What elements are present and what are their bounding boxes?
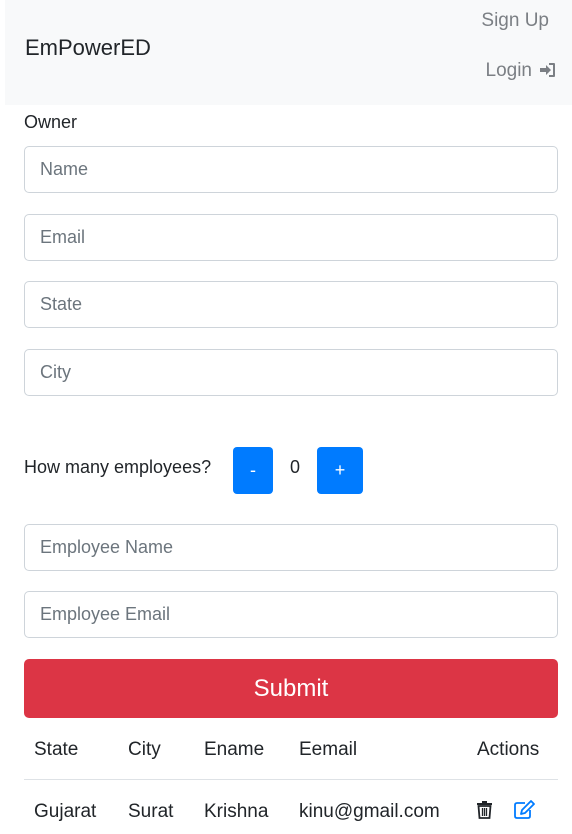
edit-icon[interactable]	[514, 800, 535, 824]
cell-ename: Krishna	[204, 801, 269, 822]
sign-in-icon	[539, 62, 556, 84]
login-link[interactable]: Login	[486, 60, 557, 84]
employee-count-value: 0	[289, 457, 300, 477]
header-actions: Actions	[477, 739, 540, 760]
table-row: Gujarat Surat Krishna kinu@gmail.com	[24, 780, 558, 834]
cell-city: Surat	[128, 801, 174, 822]
employee-email-input[interactable]	[24, 591, 558, 638]
table-header-row: State City Ename Eemail Actions	[24, 723, 558, 780]
navbar: EmPowerED Sign Up Login	[5, 0, 572, 105]
decrement-employees-button[interactable]: -	[233, 447, 273, 494]
city-input[interactable]	[24, 349, 558, 396]
header-state: State	[34, 739, 79, 760]
header-eemail: Eemail	[299, 739, 358, 760]
brand-logo[interactable]: EmPowerED	[25, 35, 151, 61]
increment-employees-button[interactable]: +	[317, 447, 363, 494]
submit-button[interactable]: Submit	[24, 659, 558, 718]
trash-icon[interactable]	[476, 800, 493, 824]
state-input[interactable]	[24, 281, 558, 328]
email-input[interactable]	[24, 214, 558, 261]
header-city: City	[128, 739, 161, 760]
login-label: Login	[485, 60, 533, 81]
owner-section-label: Owner	[24, 112, 78, 132]
name-input[interactable]	[24, 146, 558, 193]
signup-link[interactable]: Sign Up	[481, 10, 549, 32]
cell-state: Gujarat	[34, 801, 97, 822]
header-ename: Ename	[204, 739, 265, 760]
cell-eemail: kinu@gmail.com	[299, 801, 440, 822]
employee-count-label: How many employees?	[24, 457, 212, 477]
employee-name-input[interactable]	[24, 524, 558, 571]
